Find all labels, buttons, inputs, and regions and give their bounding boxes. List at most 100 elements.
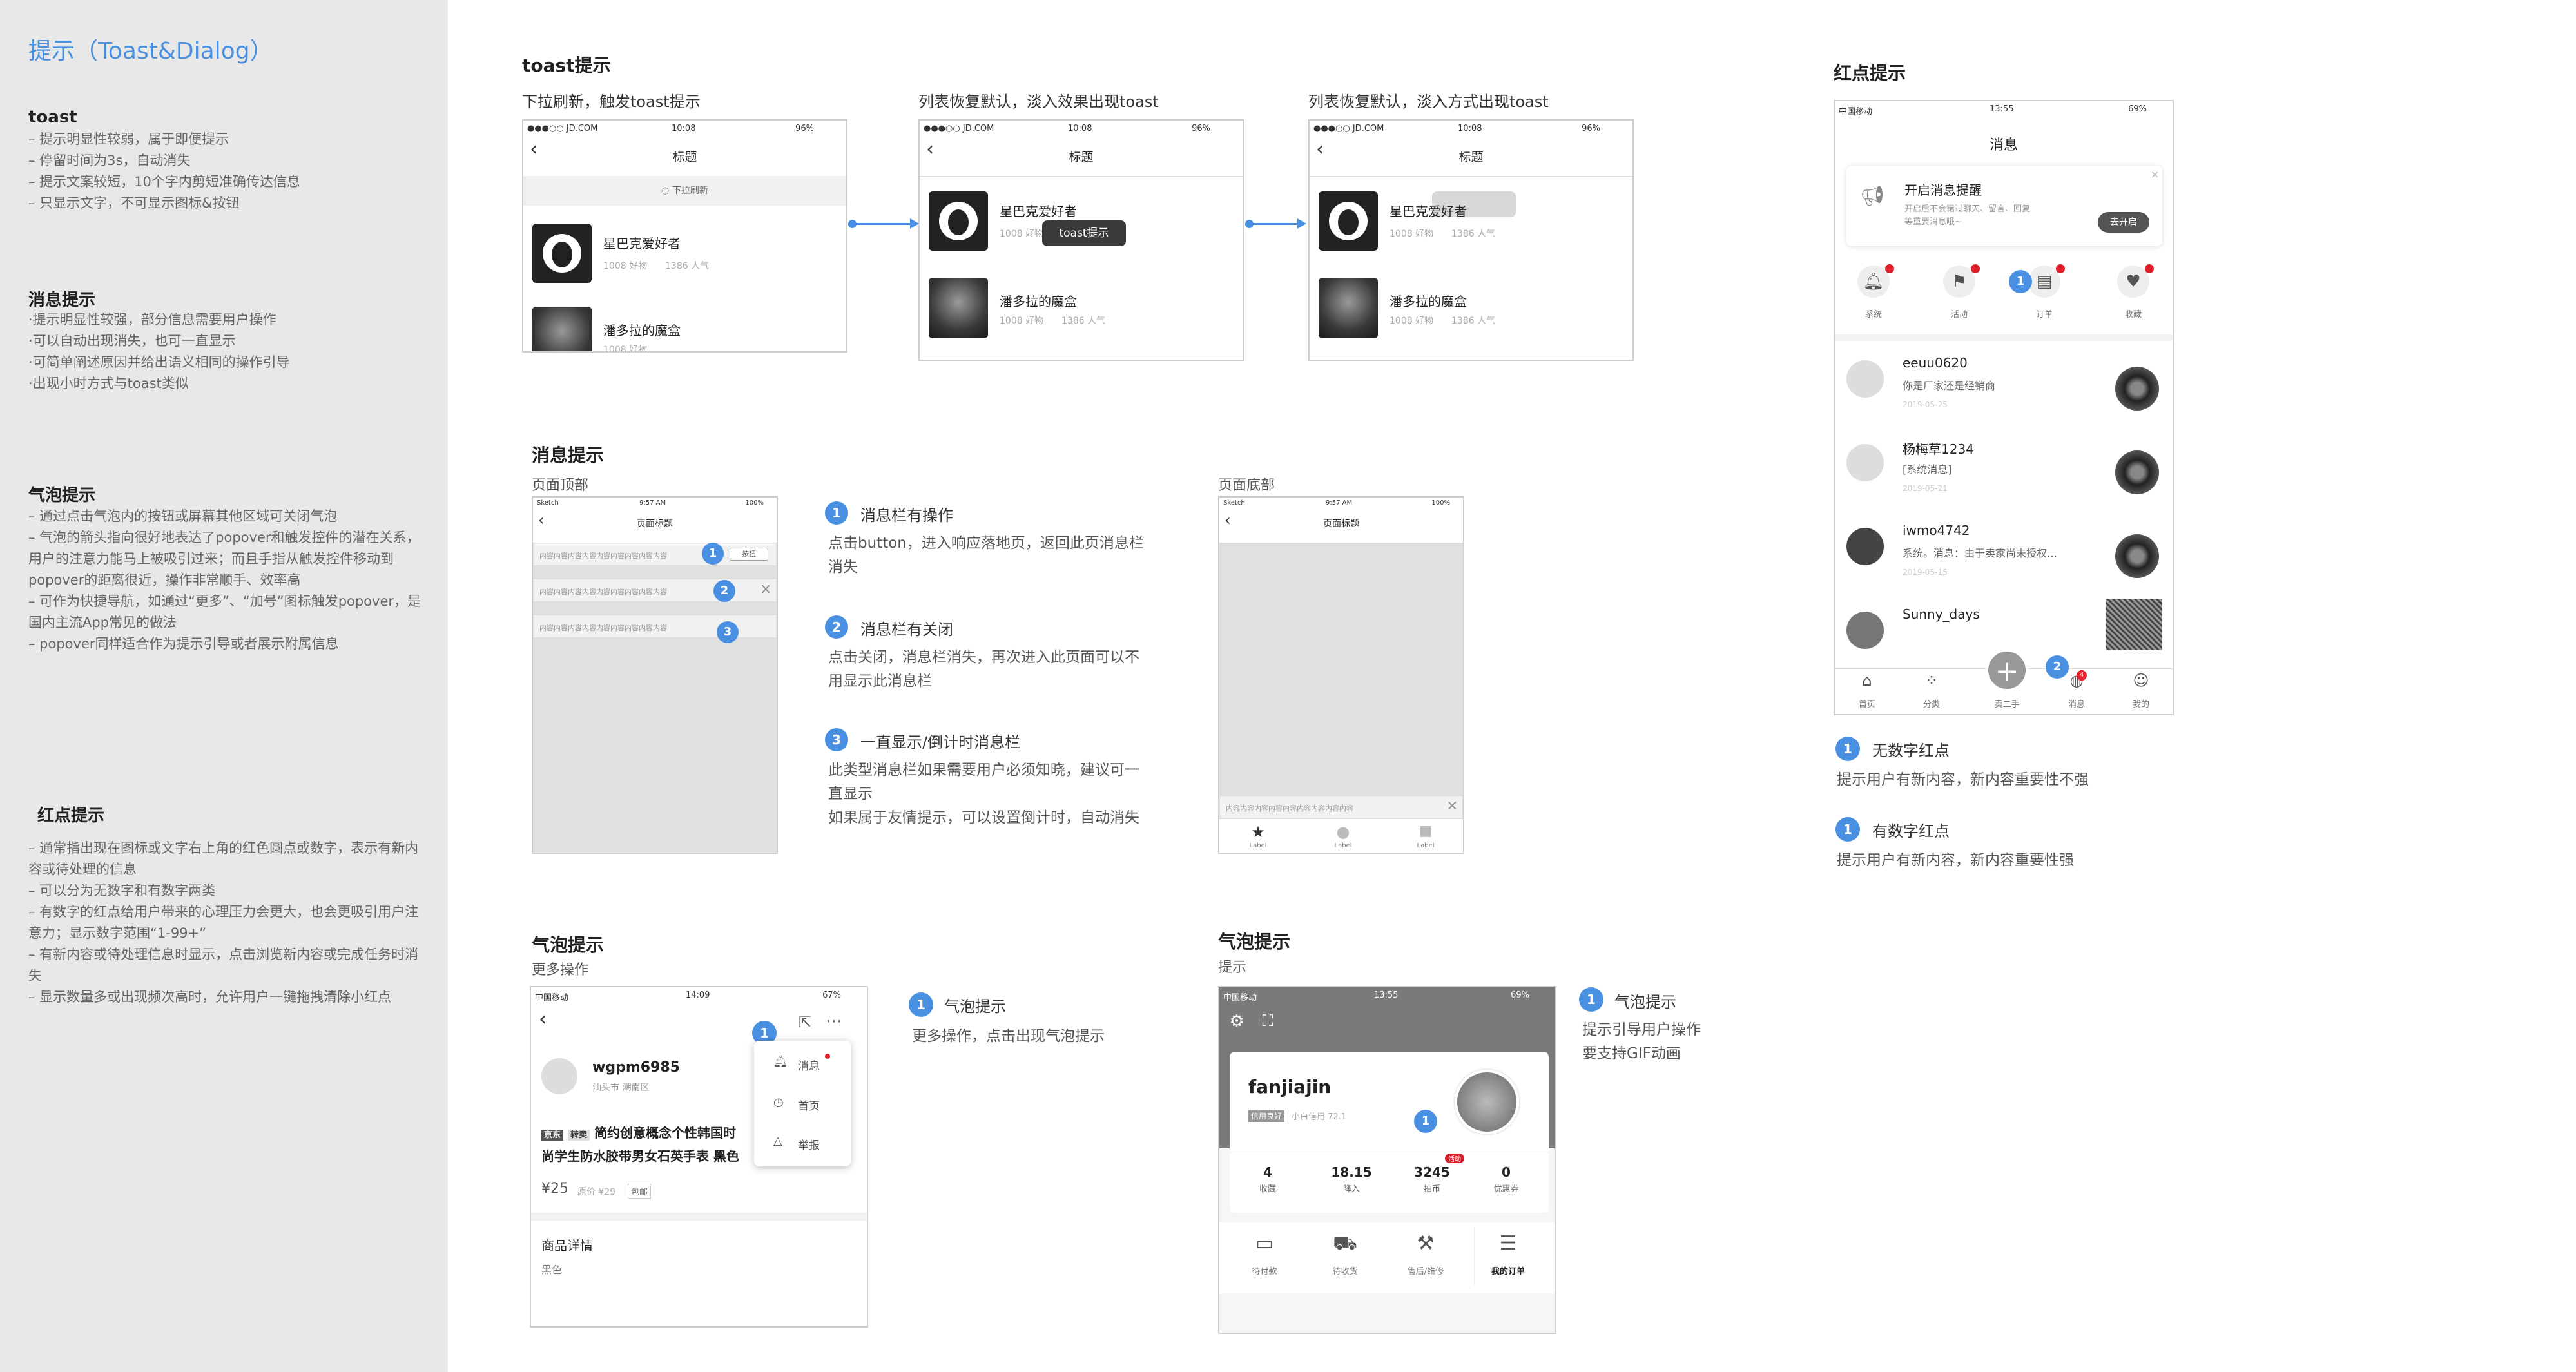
ship-tag: 包邮 [628,1184,652,1199]
tab-label: Label [1417,842,1435,849]
orig-price: 原价 ¥29 [577,1187,616,1197]
truck-icon[interactable]: ⛟ [1326,1232,1364,1257]
carrier: Sketch [1223,499,1245,507]
user-icon[interactable]: ☺ [2128,672,2154,690]
pull-refresh-area: ◌ 下拉刷新 [523,176,846,206]
time: 9:57 AM [639,499,666,507]
close-icon[interactable]: × [1446,798,1458,814]
user-name: fanjiajin [1248,1076,1332,1097]
msg-bar-button[interactable]: 按钮 [730,548,768,561]
step-badge: 2 [713,580,735,602]
share-icon[interactable]: ⇱ [795,1013,815,1031]
toast: toast提示 [1042,220,1126,246]
item-thumb [929,278,988,338]
megaphone-icon: 📢︎ [1859,185,1885,208]
red-dot [1971,264,1980,273]
nav-title: 标题 [1458,150,1484,164]
msg-heading: 消息提示 [28,291,96,310]
tab-label: Label [1249,842,1267,849]
red-dot [1885,264,1894,273]
battery: 69% [2128,104,2147,114]
step-badge: 1 [2009,270,2032,293]
desc-text: 提示用户有新内容，新内容重要性不强 [1837,771,2089,788]
list-icon[interactable]: ☰ [1489,1232,1527,1255]
close-icon[interactable]: × [760,581,771,597]
order-label: 售后/维修 [1407,1267,1444,1277]
wallet-icon[interactable]: ▭ [1245,1232,1284,1255]
time: 10:08 [1068,124,1092,133]
back-icon[interactable]: ‹ [539,1010,547,1029]
product-thumb [2115,450,2159,494]
bubble2-section-title: 气泡提示 [1218,931,1291,952]
carrier: 中国移动 [535,993,569,1003]
desc-line: – popover同样适合作为提示引导或者展示附属信息 [28,636,339,652]
hot-badge: 活动 [1445,1154,1464,1163]
msg-text: 你是厂家还是经销商 [1903,380,1996,392]
bell-icon: 🔔︎ [773,1055,788,1068]
item-meta: 1008 好物 [1390,316,1434,326]
flow-arrow [1245,218,1306,229]
scan-icon[interactable]: ⛶ [1258,1012,1277,1030]
status-bar: ●●●○○ JD.COM 10:08 96% [523,121,846,136]
msg-top-label: 页面顶部 [532,478,589,494]
battery: 67% [822,990,841,1000]
red-count-badge: 4 [2077,670,2087,681]
close-icon[interactable]: × [2151,168,2159,180]
bar-text: 内容内容内容内容内容内容内容内容内容 [539,552,667,560]
service-icon[interactable]: ⚒ [1406,1232,1445,1255]
step-badge: 1 [1835,817,1860,842]
popover-menu: 🔔︎ 消息 ◷ 首页 △ 举报 [754,1041,851,1166]
gear-icon[interactable]: ⚙ [1227,1012,1246,1031]
grid-icon[interactable]: ⁘ [1919,672,1944,690]
star-icon[interactable]: ★ [1245,823,1271,841]
add-button[interactable]: + [1986,649,2028,691]
item-name: 潘多拉的魔盒 [603,323,681,338]
tab-label: 分类 [1922,700,1940,710]
more-icon[interactable]: ⋯ [824,1012,844,1031]
list-item[interactable]: eeuu0620 你是厂家还是经销商 2019-05-25 [1835,341,2173,425]
home-icon[interactable]: ⌂ [1854,672,1880,690]
credit-tag: 信用良好 [1248,1110,1285,1122]
status-bar: Sketch 9:57 AM 100% [1219,498,1463,509]
toast-phone-pull: ●●●○○ JD.COM 10:08 96% ‹ 标题 ◌ 下拉刷新 星巴克爱好… [522,119,847,353]
bar-text: 内容内容内容内容内容内容内容内容内容 [539,588,667,596]
battery: 96% [795,124,814,133]
avatar [1455,1070,1519,1134]
refresh-text: 下拉刷新 [672,186,708,196]
desc-title: 有数字红点 [1872,822,1950,840]
msg-section-title: 消息提示 [532,445,605,466]
desc-title: 气泡提示 [944,998,1006,1016]
nav-title: 标题 [672,150,697,164]
notice-enable-button[interactable]: 去开启 [2098,212,2149,233]
flow-arrow [848,218,919,229]
red-section-title: 红点提示 [1834,63,1906,84]
tab-label: 消息 [2068,700,2085,710]
desc-line: – 只显示文字，不可显示图标&按钮 [28,195,240,211]
square-icon[interactable]: ■ [1413,823,1438,839]
desc-line: – 显示数量多或出现频次高时，允许用户一键拖拽清除小红点 [28,989,392,1005]
nav-title: 页面标题 [1323,519,1359,529]
time: 10:08 [1458,124,1482,133]
red-dot [825,1054,830,1059]
msg-name: eeuu0620 [1903,355,1968,371]
list-item[interactable]: 杨梅草1234 [系统消息] 2019-05-21 [1835,425,2173,508]
desc-line: – 停留时间为3s，自动消失 [28,153,191,168]
status-bar: 中国移动 13:55 69% [1219,987,1555,1003]
step-badge: 1 [825,501,848,525]
red-dot [2145,264,2154,273]
item-meta: 1008 好物 [1000,316,1044,326]
bar-text: 内容内容内容内容内容内容内容内容内容 [1226,804,1353,813]
icon-label: 订单 [2035,310,2053,320]
nav-title: 页面标题 [637,519,673,529]
menu-item-home[interactable]: 首页 [798,1097,820,1113]
list-item[interactable]: iwmo4742 系统。消息：由于卖家尚未授权… 2019-05-15 [1835,508,2173,592]
bubble-desc: – 通过点击气泡内的按钮或屏幕其他区域可关闭气泡 – 气泡的箭头指向很好地表达了… [28,506,421,655]
warning-icon: △ [773,1134,782,1148]
msg-name: 杨梅草1234 [1903,441,1974,457]
item-meta: 1386 人气 [665,261,710,271]
red-dot [2056,264,2065,273]
circle-icon[interactable]: ● [1330,823,1356,841]
menu-item-report[interactable]: 举报 [798,1136,820,1152]
red-desc: – 通常指出现在图标或文字右上角的红色圆点或数字，表示有新内容或待处理的信息 –… [28,838,421,1008]
menu-item-message[interactable]: 消息 [798,1057,820,1073]
